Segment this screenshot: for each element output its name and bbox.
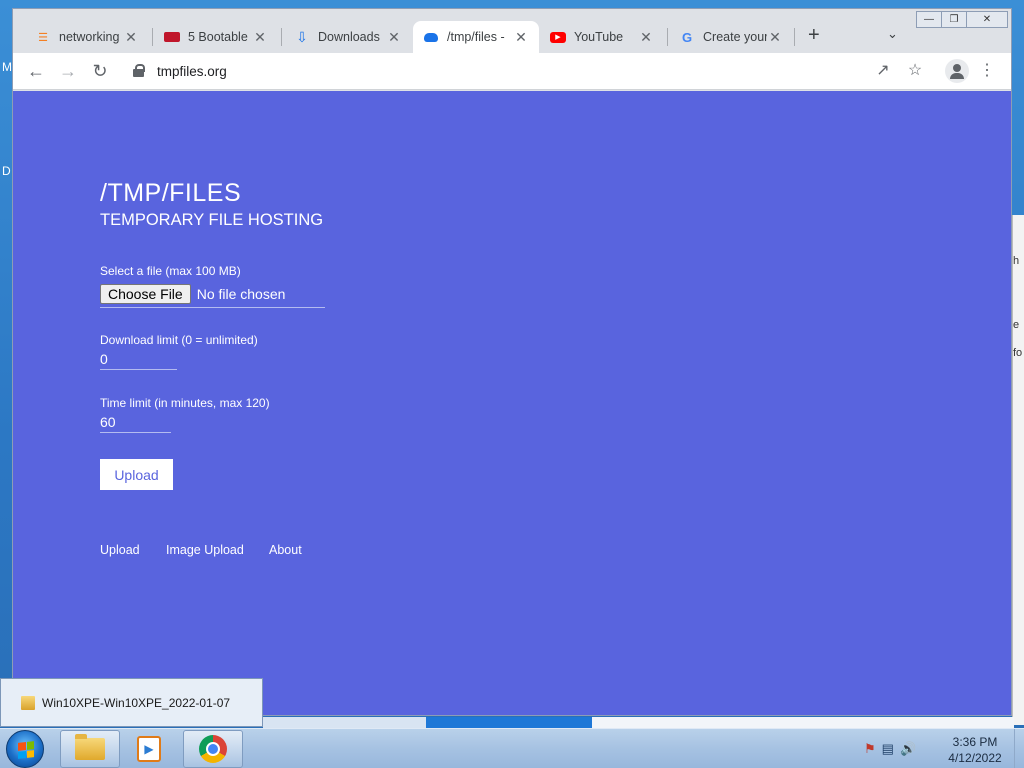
tab-title: /tmp/files -: [447, 30, 505, 44]
network-icon[interactable]: ▤: [882, 741, 894, 757]
window-edge: [592, 717, 1014, 728]
browser-toolbar: ← → ↻ tmpfiles.org ↗ ☆ ⋮: [13, 53, 1011, 90]
download-limit-input[interactable]: [100, 348, 177, 370]
popup-window-title[interactable]: Win10XPE-Win10XPE_2022-01-07: [42, 696, 230, 710]
tab-tmpfiles[interactable]: /tmp/files - ✕: [413, 21, 539, 53]
background-window-text: h: [1013, 255, 1020, 267]
footer-link-image-upload[interactable]: Image Upload: [166, 543, 244, 557]
time-limit-label: Time limit (in minutes, max 120): [100, 396, 270, 410]
stack-overflow-icon: ☰: [38, 31, 48, 44]
close-icon[interactable]: ✕: [767, 29, 783, 46]
windows-logo-icon: [18, 741, 34, 759]
tab-title: 5 Bootable: [188, 30, 248, 44]
footer-link-upload[interactable]: Upload: [100, 543, 140, 557]
window-edge: [263, 717, 426, 728]
close-icon[interactable]: ✕: [638, 29, 654, 46]
tab-separator: [152, 28, 153, 46]
site-subtitle: TEMPORARY FILE HOSTING: [100, 211, 324, 229]
tab-separator: [794, 28, 795, 46]
tab-google-create[interactable]: G Create your ✕: [669, 21, 793, 53]
tab-downloads[interactable]: ⇩ Downloads ✕: [284, 21, 412, 53]
tab-youtube[interactable]: ▶ YouTube ✕: [540, 21, 664, 53]
tab-strip: ☰ networking ✕ 5 Bootable ✕ ⇩ Downloads …: [13, 9, 1011, 53]
close-icon[interactable]: ✕: [252, 29, 268, 46]
clock[interactable]: 3:36 PM 4/12/2022: [942, 734, 1008, 766]
action-center-flag-icon[interactable]: ⚑: [864, 741, 876, 757]
youtube-icon: ▶: [550, 29, 566, 45]
folder-icon: [75, 734, 105, 760]
url-text[interactable]: tmpfiles.org: [157, 64, 227, 79]
clock-date: 4/12/2022: [948, 751, 1002, 765]
close-icon[interactable]: ✕: [386, 29, 402, 46]
tab-separator: [281, 28, 282, 46]
menu-kebab-icon[interactable]: ⋮: [979, 60, 995, 80]
taskbar: ▶ ⚑ ▤ 🔊 3:36 PM 4/12/2022: [0, 728, 1024, 768]
start-button[interactable]: [6, 730, 44, 768]
folder-icon: [21, 696, 35, 710]
cloud-upload-icon: [423, 29, 439, 45]
site-title: /TMP/FILES: [100, 179, 242, 207]
forward-button[interactable]: →: [57, 61, 79, 83]
download-limit-label: Download limit (0 = unlimited): [100, 333, 258, 347]
minimize-button[interactable]: —: [916, 11, 942, 28]
tab-title: networking: [59, 30, 120, 44]
taskbar-media-player-button[interactable]: ▶: [121, 730, 177, 768]
share-icon[interactable]: ↗: [873, 61, 893, 81]
chrome-icon: [199, 735, 227, 763]
no-file-chosen-text: No file chosen: [196, 286, 286, 302]
taskbar-thumbnail-popup[interactable]: Win10XPE-Win10XPE_2022-01-07: [0, 678, 263, 727]
profile-avatar[interactable]: [945, 59, 969, 83]
background-window[interactable]: h e fo: [1012, 215, 1024, 725]
restore-button[interactable]: ❐: [941, 11, 967, 28]
time-limit-input[interactable]: [100, 411, 171, 433]
page-content: /TMP/FILES TEMPORARY FILE HOSTING Select…: [13, 91, 1011, 715]
bookmark-star-icon[interactable]: ☆: [905, 61, 925, 81]
media-player-icon: ▶: [137, 736, 161, 762]
google-icon: G: [681, 29, 693, 45]
close-icon[interactable]: ✕: [123, 29, 139, 46]
close-window-button[interactable]: ✕: [966, 11, 1008, 28]
tab-title: Downloads: [318, 30, 380, 44]
show-desktop-button[interactable]: [1014, 729, 1024, 768]
taskbar-chrome-button[interactable]: [183, 730, 243, 768]
tab-title: Create your: [703, 30, 767, 44]
close-icon[interactable]: ✕: [513, 29, 529, 46]
site-logo-icon: [164, 29, 180, 45]
window-controls: — ❐ ✕: [916, 11, 1008, 28]
chrome-window: ☰ networking ✕ 5 Bootable ✕ ⇩ Downloads …: [12, 8, 1012, 716]
tab-search-chevron-icon[interactable]: ⌄: [887, 26, 898, 42]
back-button[interactable]: ←: [25, 61, 47, 83]
new-tab-button[interactable]: +: [808, 24, 820, 47]
tab-5-bootable[interactable]: 5 Bootable ✕: [154, 21, 278, 53]
taskbar-explorer-button[interactable]: [60, 730, 120, 768]
background-window-text: e: [1013, 319, 1020, 331]
address-bar[interactable]: tmpfiles.org: [123, 57, 949, 86]
tab-networking[interactable]: ☰ networking ✕: [25, 21, 149, 53]
tab-separator: [667, 28, 668, 46]
footer-link-about[interactable]: About: [269, 543, 302, 557]
system-tray: ⚑ ▤ 🔊: [864, 741, 916, 757]
tab-title: YouTube: [574, 30, 624, 44]
volume-icon[interactable]: 🔊: [900, 741, 916, 757]
reload-button[interactable]: ↻: [89, 61, 111, 83]
window-edge: [426, 717, 592, 728]
file-input[interactable]: Choose File No file chosen: [100, 284, 325, 308]
clock-time: 3:36 PM: [952, 735, 998, 749]
choose-file-button[interactable]: Choose File: [100, 284, 191, 304]
desktop-icon-label[interactable]: M: [2, 60, 12, 74]
upload-button[interactable]: Upload: [100, 459, 173, 490]
desktop-icon-label[interactable]: D: [2, 164, 11, 178]
download-icon: ⇩: [296, 28, 308, 45]
file-label: Select a file (max 100 MB): [100, 264, 241, 278]
background-window-text: fo: [1013, 347, 1023, 359]
lock-icon[interactable]: [133, 64, 145, 78]
